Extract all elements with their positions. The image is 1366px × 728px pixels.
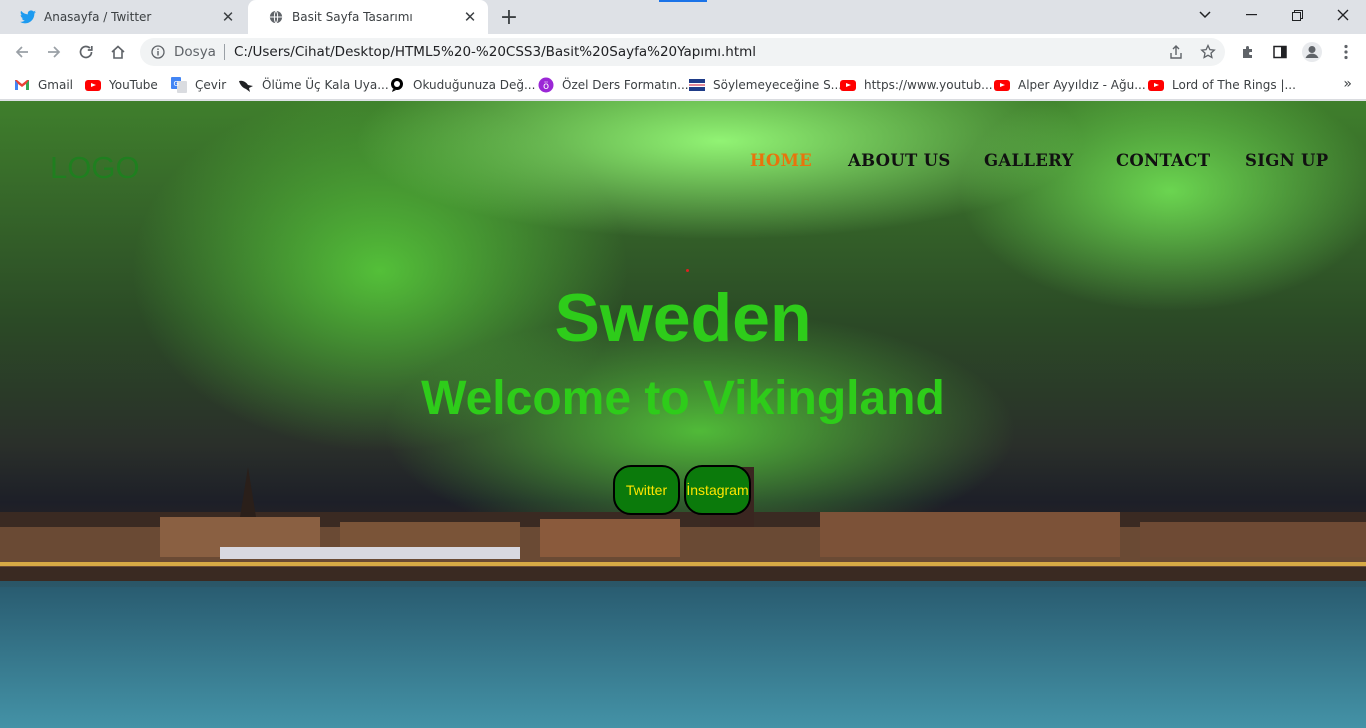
nav-home[interactable]: HOME xyxy=(750,151,812,175)
instagram-button[interactable]: İnstagram xyxy=(684,465,751,515)
profile-avatar-icon[interactable] xyxy=(1300,40,1324,64)
tab-title: Anasayfa / Twitter xyxy=(44,10,152,24)
bookmarks-more-button[interactable]: » xyxy=(1343,76,1352,92)
bookmark-label: Çevir xyxy=(195,78,227,92)
home-button[interactable] xyxy=(104,38,132,66)
bookmark-youtube-link[interactable]: https://www.youtub... xyxy=(840,76,993,94)
bookmark-gmail[interactable]: Gmail xyxy=(14,76,73,94)
address-bar[interactable]: Dosya C:/Users/Cihat/Desktop/HTML5%20-%2… xyxy=(140,38,1225,66)
bookmark-label: Söylemeyeceğine S... xyxy=(713,78,843,92)
youtube-icon xyxy=(1148,77,1164,93)
scheme-label: Dosya xyxy=(174,44,216,60)
site-logo[interactable]: LOGO xyxy=(50,150,140,186)
twitter-button[interactable]: Twitter xyxy=(613,465,680,515)
bird-icon xyxy=(238,77,254,93)
hero-title: Sweden xyxy=(554,280,812,356)
extensions-icon[interactable] xyxy=(1236,40,1260,64)
bookmark-lord-of-the-rings[interactable]: Lord of The Rings |... xyxy=(1148,76,1296,94)
forward-button[interactable] xyxy=(40,38,68,66)
bookmarks-bar: Gmail YouTube G Çevir Ölüme Üç Kala Uya.… xyxy=(0,70,1366,100)
tab-twitter[interactable]: Anasayfa / Twitter ✕ xyxy=(0,0,246,34)
new-tab-button[interactable]: + xyxy=(497,5,521,30)
bookmark-soylemeyecegine[interactable]: Söylemeyeceğine S... xyxy=(689,76,842,94)
info-icon[interactable] xyxy=(150,44,166,60)
bookmark-ozel-ders[interactable]: ö Özel Ders Formatın... xyxy=(538,76,689,94)
cursor-dot xyxy=(686,269,689,272)
back-button[interactable] xyxy=(8,38,36,66)
gmail-icon xyxy=(14,77,30,93)
reload-button[interactable] xyxy=(72,38,100,66)
translate-icon: G xyxy=(171,77,187,93)
bookmark-label: YouTube xyxy=(109,78,158,92)
city-skyline-image xyxy=(0,467,1366,587)
close-icon[interactable]: ✕ xyxy=(462,8,478,26)
tab-search-indicator xyxy=(659,0,707,2)
url-text[interactable]: C:/Users/Cihat/Desktop/HTML5%20-%20CSS3/… xyxy=(234,44,756,60)
window-close-icon[interactable] xyxy=(1320,0,1366,30)
bookmark-label: Alper Ayyıldız - Ağu... xyxy=(1018,78,1146,92)
bookmark-olume-uc-kala[interactable]: Ölüme Üç Kala Uya... xyxy=(238,76,389,94)
star-icon[interactable] xyxy=(1196,40,1220,64)
bookmark-label: https://www.youtub... xyxy=(864,78,993,92)
tab-basit-sayfa[interactable]: Basit Sayfa Tasarımı ✕ xyxy=(248,0,488,34)
share-icon[interactable] xyxy=(1164,40,1188,64)
youtube-icon xyxy=(85,77,101,93)
bookmark-okuduğunuza[interactable]: Okuduğunuza Değ... xyxy=(389,76,535,94)
divider xyxy=(223,44,225,60)
hero-subtitle: Welcome to Vikingland xyxy=(421,372,945,425)
youtube-icon xyxy=(994,77,1010,93)
bookmark-cevir[interactable]: G Çevir xyxy=(171,76,226,94)
side-panel-icon[interactable] xyxy=(1268,40,1292,64)
nav-gallery[interactable]: GALLERY xyxy=(984,151,1074,175)
tab-strip: Anasayfa / Twitter ✕ Basit Sayfa Tasarım… xyxy=(0,0,1366,34)
purple-circle-icon: ö xyxy=(538,77,554,93)
tab-search-icon[interactable] xyxy=(1182,0,1228,30)
browser-toolbar: Dosya C:/Users/Cihat/Desktop/HTML5%20-%2… xyxy=(0,34,1366,70)
minimize-icon[interactable] xyxy=(1228,0,1274,30)
flag-icon xyxy=(689,77,705,93)
bookmark-label: Lord of The Rings |... xyxy=(1172,78,1296,92)
bookmark-youtube[interactable]: YouTube xyxy=(85,76,158,94)
speech-bubble-icon xyxy=(389,77,405,93)
bookmark-label: Ölüme Üç Kala Uya... xyxy=(262,78,389,92)
svg-text:ö: ö xyxy=(543,81,549,92)
bookmark-label: Gmail xyxy=(38,78,74,92)
nav-about-us[interactable]: ABOUT US xyxy=(848,151,951,175)
close-icon[interactable]: ✕ xyxy=(220,8,236,26)
restore-icon[interactable] xyxy=(1274,0,1320,30)
bookmark-alper-ayyildiz[interactable]: Alper Ayyıldız - Ağu... xyxy=(994,76,1146,94)
page-viewport: LOGO HOME ABOUT US GALLERY CONTACT SIGN … xyxy=(0,101,1366,728)
twitter-bird-icon xyxy=(20,9,36,25)
water-reflection xyxy=(0,581,1366,728)
youtube-icon xyxy=(840,77,856,93)
bookmark-label: Okuduğunuza Değ... xyxy=(413,78,536,92)
globe-icon xyxy=(268,9,284,25)
bookmark-label: Özel Ders Formatın... xyxy=(562,78,689,92)
tab-title: Basit Sayfa Tasarımı xyxy=(292,10,413,24)
nav-sign-up[interactable]: SIGN UP xyxy=(1245,151,1328,175)
svg-text:G: G xyxy=(174,80,179,88)
menu-kebab-icon[interactable] xyxy=(1334,40,1358,64)
nav-contact[interactable]: CONTACT xyxy=(1116,151,1210,175)
